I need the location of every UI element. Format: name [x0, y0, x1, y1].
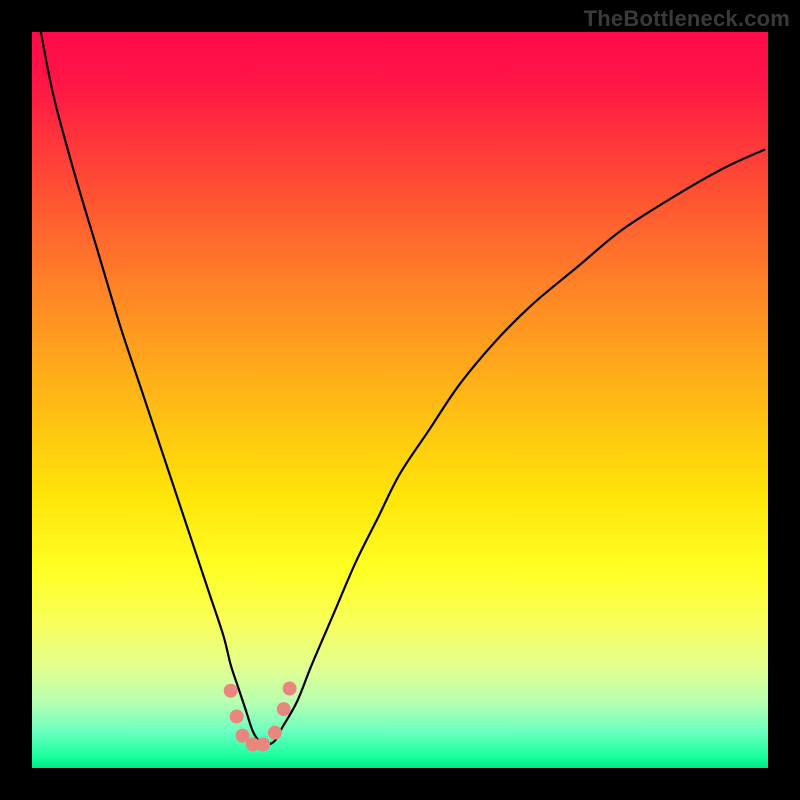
highlight-dot: [256, 737, 270, 751]
highlight-dot: [277, 702, 291, 716]
highlight-dot: [283, 682, 297, 696]
gradient-background: [32, 32, 768, 768]
watermark-text: TheBottleneck.com: [584, 6, 790, 32]
highlight-dot: [230, 709, 244, 723]
chart-frame: TheBottleneck.com: [0, 0, 800, 800]
chart-svg: [32, 32, 768, 768]
highlight-dot: [224, 684, 238, 698]
highlight-dot: [268, 726, 282, 740]
plot-area: [32, 32, 768, 768]
